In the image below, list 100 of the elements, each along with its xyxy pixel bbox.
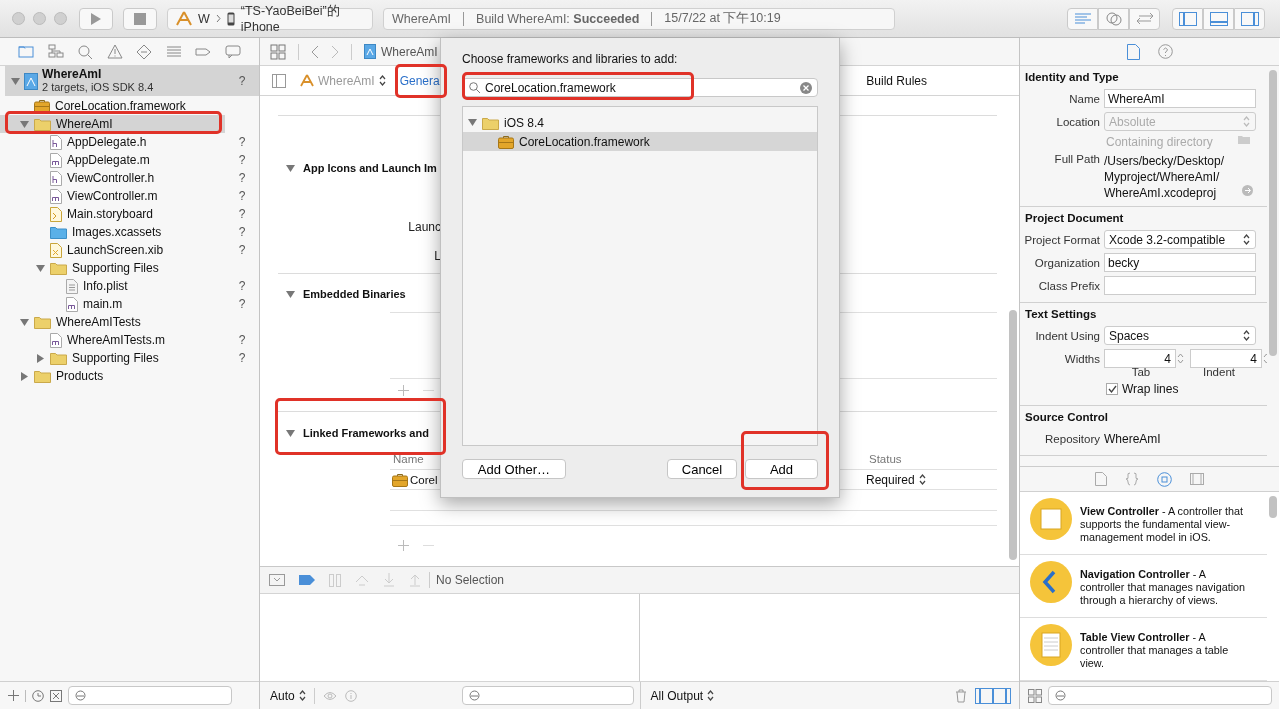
tree-item[interactable]: Info.plist [0,277,225,295]
popup-button[interactable]: Spaces [1104,326,1256,345]
step-over-icon[interactable] [355,574,369,586]
eye-icon[interactable] [322,690,337,701]
close-window-button[interactable] [12,12,25,25]
filter-field[interactable] [1048,686,1272,705]
search-icon[interactable] [77,43,94,60]
crossed-box-icon[interactable] [50,689,62,702]
tree-item[interactable]: AppDelegate.h [0,133,225,151]
object-library-icon[interactable] [1157,471,1172,487]
tree-item[interactable]: Products [0,367,225,385]
library-item[interactable]: Navigation Controller - A controller that manages navigation through a hierarchy of views. [1020,555,1267,618]
disclosure-triangle[interactable] [36,263,45,273]
disclosure-triangle[interactable] [20,119,29,129]
hide-debug-icon[interactable] [269,574,285,586]
add-icon[interactable] [398,385,409,396]
number-field[interactable]: 4 [1104,349,1176,368]
back-icon[interactable] [311,44,319,59]
search-field[interactable]: CoreLocation.framework [462,78,818,97]
assistant-editor-button[interactable] [1098,7,1129,30]
info-icon[interactable] [344,689,357,702]
pause-icon[interactable] [329,573,341,587]
run-button[interactable] [79,7,113,30]
tree-item[interactable]: Supporting Files [0,349,225,367]
tree-item[interactable]: Main.storyboard [0,205,225,223]
forward-icon[interactable] [331,44,339,59]
number-field[interactable]: 4 [1190,349,1262,368]
pane-toggles-icon[interactable] [975,687,1011,704]
help-icon[interactable] [1157,44,1173,59]
filter-field[interactable] [461,686,634,705]
test-navigator-icon[interactable] [136,43,153,60]
tree-item[interactable]: ViewController.h [0,169,225,187]
disclosure-triangle[interactable] [468,118,477,127]
dialog-button[interactable]: Add Other… [462,459,566,479]
stepper-icon[interactable] [1177,352,1184,365]
folder-icon[interactable] [1238,135,1250,144]
debug-navigator-icon[interactable] [165,43,182,60]
output-popup[interactable]: All Output [650,688,715,703]
warning-icon[interactable] [106,43,123,60]
breadcrumb[interactable]: WhereAmI [364,44,438,59]
utilities-toggle[interactable] [1234,7,1265,30]
text-field[interactable] [1104,276,1256,295]
scrollbar-thumb[interactable] [1009,310,1017,560]
list-item[interactable]: CoreLocation.framework [463,132,817,151]
checkbox[interactable] [1106,383,1118,395]
library-item[interactable]: Table View Controller - A controller that manages a table view. [1020,618,1267,681]
add-icon[interactable] [398,540,409,551]
status-popup[interactable]: Required [866,472,926,487]
library-item[interactable]: View Controller - A controller that supports the fundamental view-management model in iOS. [1020,492,1267,555]
step-out-icon[interactable] [409,573,421,587]
text-field[interactable]: becky [1104,253,1256,272]
tree-item[interactable]: Images.xcassets [0,223,225,241]
tree-item[interactable]: WhereAmITests.m [0,331,225,349]
scrollbar-thumb[interactable] [1269,70,1277,356]
clock-icon[interactable] [32,689,44,702]
symbol-navigator-icon[interactable] [47,43,64,60]
disclosure-triangle[interactable] [11,76,20,86]
section-header[interactable]: Embedded Binaries [286,286,406,302]
tab[interactable]: Genera [399,73,440,88]
tree-item[interactable]: LaunchScreen.xib [0,241,225,259]
dialog-button[interactable]: Cancel [667,459,737,479]
disclosure-triangle[interactable] [286,289,295,299]
tab[interactable]: Build Rules [866,73,927,88]
add-icon[interactable] [8,690,19,701]
clear-icon[interactable] [800,81,812,94]
disclosure-triangle[interactable] [36,353,45,363]
tree-item[interactable]: AppDelegate.m [0,151,225,169]
section-header[interactable]: Linked Frameworks and [286,425,429,441]
trash-icon[interactable] [955,688,967,703]
tree-item[interactable]: CoreLocation.framework [0,97,225,115]
version-editor-button[interactable] [1129,7,1160,30]
tree-item[interactable]: ViewController.m [0,187,225,205]
disclosure-triangle[interactable] [286,428,295,438]
popup-button[interactable]: Xcode 3.2-compatible [1104,230,1256,249]
sidebar-icon[interactable] [272,73,286,88]
file-template-icon[interactable] [1095,472,1107,486]
standard-editor-button[interactable] [1067,7,1098,30]
disclosure-triangle[interactable] [20,317,29,327]
text-field[interactable]: WhereAmI [1104,89,1256,108]
section-header[interactable]: App Icons and Launch Im [286,160,437,176]
grid-view-icon[interactable] [1028,688,1042,703]
breakpoint-icon[interactable] [299,575,315,585]
zoom-window-button[interactable] [54,12,67,25]
list-item[interactable]: iOS 8.4 [463,113,817,132]
tree-item[interactable]: Supporting Files [0,259,225,277]
navigator-toggle[interactable] [1172,7,1203,30]
report-icon[interactable] [224,43,241,60]
scope-popup[interactable]: Auto [270,688,306,703]
tree-item[interactable]: main.m [0,295,225,313]
grid-icon[interactable] [270,43,286,60]
stop-button[interactable] [123,7,157,30]
file-inspector-icon[interactable] [1126,43,1140,60]
media-library-icon[interactable] [1190,473,1204,485]
filter-field[interactable] [68,686,232,705]
debug-area-toggle[interactable] [1203,7,1234,30]
disclosure-triangle[interactable] [286,163,295,173]
dialog-button[interactable]: Add [745,459,818,479]
disclosure-triangle[interactable] [20,371,29,381]
scrollbar-thumb[interactable] [1269,496,1277,518]
tree-item[interactable]: WhereAmITests [0,313,225,331]
